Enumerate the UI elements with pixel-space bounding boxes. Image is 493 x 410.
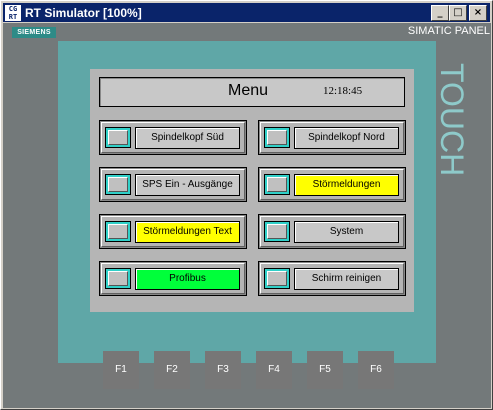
menu-item-system[interactable]: System: [258, 214, 406, 249]
menu-item-schirm-reinigen[interactable]: Schirm reinigen: [258, 261, 406, 296]
menu-item-label: System: [294, 221, 399, 243]
select-button[interactable]: [105, 268, 131, 289]
menu-item-profibus[interactable]: Profibus: [99, 261, 247, 296]
title-bar[interactable]: CG RT RT Simulator [100%] _ □ ×: [3, 3, 490, 22]
menu-item-label: Profibus: [135, 268, 240, 290]
f6-key[interactable]: F6: [358, 351, 394, 389]
menu-header: Menu 12:18:45: [99, 77, 405, 107]
menu-item-sps[interactable]: SPS Ein - Ausgänge: [99, 167, 247, 202]
app-icon: CG RT: [5, 4, 21, 21]
simulator-window: CG RT RT Simulator [100%] _ □ × SIEMENS …: [0, 0, 493, 410]
select-button[interactable]: [105, 174, 131, 195]
menu-item-label: Störmeldungen: [294, 174, 399, 196]
window-title: RT Simulator [100%]: [25, 5, 142, 20]
panel-model: SIMATIC PANEL: [407, 25, 490, 37]
f4-key[interactable]: F4: [256, 351, 292, 389]
menu-item-stoermeldungen-text[interactable]: Störmeldungen Text: [99, 214, 247, 249]
f2-key[interactable]: F2: [154, 351, 190, 389]
menu-item-label: Schirm reinigen: [294, 268, 399, 290]
menu-item-label: Störmeldungen Text: [135, 221, 240, 243]
menu-item-stoermeldungen[interactable]: Störmeldungen: [258, 167, 406, 202]
close-button[interactable]: ×: [469, 4, 487, 21]
hmi-screen: Menu 12:18:45 Spindelkopf Süd Spindelkop…: [90, 69, 414, 312]
f3-key[interactable]: F3: [205, 351, 241, 389]
menu-title: Menu: [228, 82, 269, 99]
f1-key[interactable]: F1: [103, 351, 139, 389]
select-button[interactable]: [264, 127, 290, 148]
select-button[interactable]: [264, 221, 290, 242]
menu-item-label: Spindelkopf Süd: [135, 127, 240, 149]
select-button[interactable]: [105, 127, 131, 148]
menu-item-label: SPS Ein - Ausgänge: [135, 174, 240, 196]
clock: 12:18:45: [323, 85, 363, 97]
menu-item-spindelkopf-nord[interactable]: Spindelkopf Nord: [258, 120, 406, 155]
select-button[interactable]: [264, 174, 290, 195]
siemens-logo: SIEMENS: [12, 27, 56, 38]
minimize-button[interactable]: _: [431, 4, 449, 21]
select-button[interactable]: [264, 268, 290, 289]
maximize-button[interactable]: □: [449, 4, 467, 21]
operator-panel: SIEMENS SIMATIC PANEL TOUCH Menu 12:18:4…: [3, 23, 491, 408]
menu-item-spindelkopf-sued[interactable]: Spindelkopf Süd: [99, 120, 247, 155]
select-button[interactable]: [105, 221, 131, 242]
menu-item-label: Spindelkopf Nord: [294, 127, 399, 149]
f5-key[interactable]: F5: [307, 351, 343, 389]
touch-label: TOUCH: [434, 63, 470, 177]
